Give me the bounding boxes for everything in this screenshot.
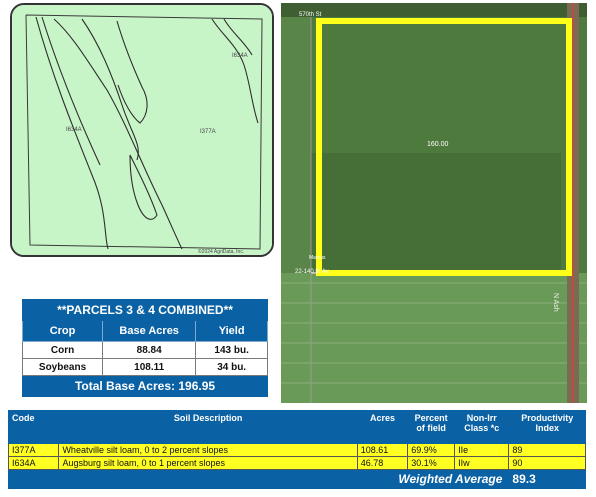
percent-cell: 30.1% (407, 456, 456, 470)
parcels-table: **PARCELS 3 & 4 COMBINED** Crop Base Acr… (21, 299, 268, 397)
soils-table: Code Soil Description Acres Percent of f… (7, 410, 586, 489)
acres-cell: 108.61 (356, 443, 409, 457)
total-base-acres: Total Base Acres: 196.95 (22, 375, 268, 397)
weighted-average-label: Weighted Average (7, 469, 510, 489)
weighted-average-value: 89.3 (508, 469, 586, 489)
parcels-banner: **PARCELS 3 & 4 COMBINED** (22, 299, 268, 321)
acres-cell: 46.78 (356, 456, 409, 470)
description-cell: Wheatville silt loam, 0 to 2 percent slo… (58, 443, 358, 457)
column-header: Non-Irr Class *c (454, 410, 510, 444)
column-header: Code (7, 410, 60, 444)
crop-cell: Corn (21, 341, 104, 359)
total-value: 196.95 (178, 379, 216, 393)
base-acres-cell: 108.11 (102, 358, 197, 376)
column-header: Percent of field (407, 410, 456, 444)
yield-cell: 143 bu. (195, 341, 268, 359)
road-label-bottom: 22-140 th Av (295, 269, 329, 275)
class-cell: IIe (454, 443, 510, 457)
soil-map-label: I634A (232, 53, 248, 59)
aerial-graphic (281, 3, 587, 403)
road-label-right: N Ash (552, 293, 559, 312)
column-header: Base Acres (102, 320, 197, 342)
table-row: I634A Augsburg silt loam, 0 to 1 percent… (7, 456, 586, 470)
crop-cell: Soybeans (21, 358, 104, 376)
road-label-top: 570th St (299, 12, 322, 18)
yield-cell: 34 bu. (195, 358, 268, 376)
column-header: Productivity Index (508, 410, 586, 444)
percent-cell: 69.9% (407, 443, 456, 457)
class-cell: IIw (454, 456, 510, 470)
code-cell: I634A (7, 456, 60, 470)
table-row: I377A Wheatville silt loam, 0 to 2 perce… (7, 443, 586, 457)
code-cell: I377A (7, 443, 60, 457)
base-acres-cell: 88.84 (102, 341, 197, 359)
copyright-text: ©2024 AgriData, Inc. (198, 249, 245, 255)
column-header: Yield (195, 320, 268, 342)
description-cell: Augsburg silt loam, 0 to 1 percent slope… (58, 456, 358, 470)
column-header: Acres (356, 410, 409, 444)
soil-map-graphic (12, 5, 272, 255)
pi-cell: 89 (508, 443, 586, 457)
column-header: Crop (21, 320, 104, 342)
field-shade (311, 153, 561, 273)
total-label: Total Base Acres: (74, 379, 175, 393)
column-header: Soil Description (58, 410, 358, 444)
pi-cell: 90 (508, 456, 586, 470)
road-top (281, 3, 587, 17)
soil-map-label: I377A (200, 129, 216, 135)
soil-map-label: I634A (66, 127, 82, 133)
soil-map-background (12, 5, 272, 255)
field-acres-label: 160.00 (427, 141, 449, 148)
aerial-photo: 160.00 570th St 22-140 th Av Marcus N As… (281, 3, 587, 403)
map-small-label: Marcus (309, 255, 326, 261)
soil-map: I634A I634A I377A ©2024 AgriData, Inc. (10, 3, 274, 257)
